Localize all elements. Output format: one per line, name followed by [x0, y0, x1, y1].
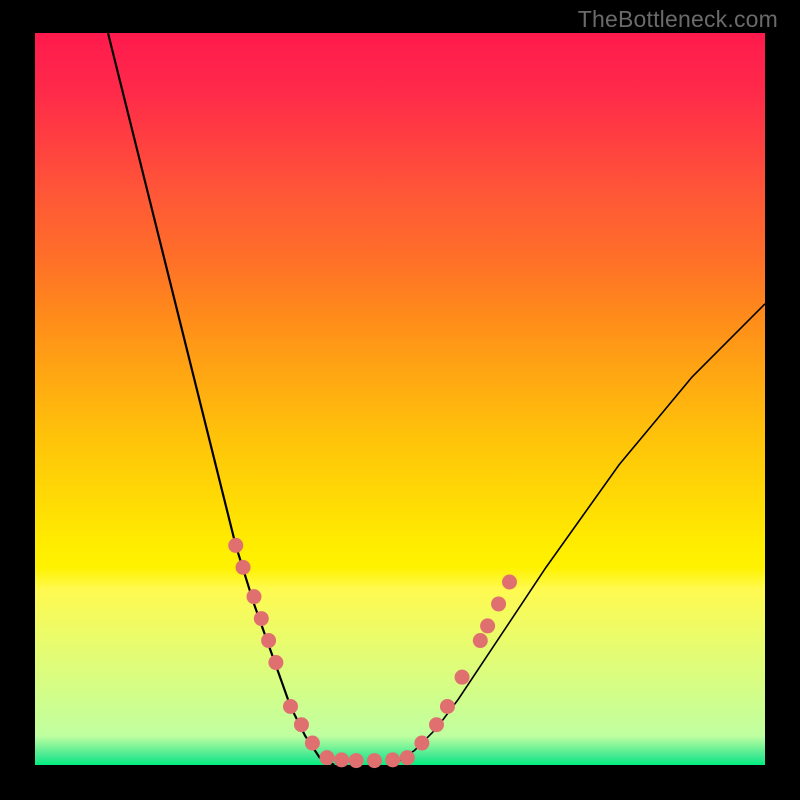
watermark-text: TheBottleneck.com — [578, 6, 778, 33]
data-point — [455, 670, 470, 685]
data-point — [247, 589, 262, 604]
curve-right-curve — [393, 304, 765, 765]
data-point — [429, 717, 444, 732]
curve-lines — [108, 33, 765, 765]
data-point — [349, 753, 364, 768]
data-point — [320, 750, 335, 765]
data-point — [502, 575, 517, 590]
data-point — [305, 736, 320, 751]
data-point — [236, 560, 251, 575]
data-point — [268, 655, 283, 670]
data-point — [414, 736, 429, 751]
data-point — [283, 699, 298, 714]
data-point — [254, 611, 269, 626]
data-point — [334, 752, 349, 767]
data-point — [480, 618, 495, 633]
data-point — [228, 538, 243, 553]
data-point — [400, 750, 415, 765]
data-point — [491, 596, 506, 611]
chart-svg — [35, 33, 765, 765]
data-point — [367, 753, 382, 768]
curve-left-curve — [108, 33, 334, 765]
plot-area — [35, 33, 765, 765]
data-point — [473, 633, 488, 648]
chart-container: TheBottleneck.com — [0, 0, 800, 800]
data-point — [294, 717, 309, 732]
data-point — [440, 699, 455, 714]
data-point — [261, 633, 276, 648]
data-point — [385, 752, 400, 767]
